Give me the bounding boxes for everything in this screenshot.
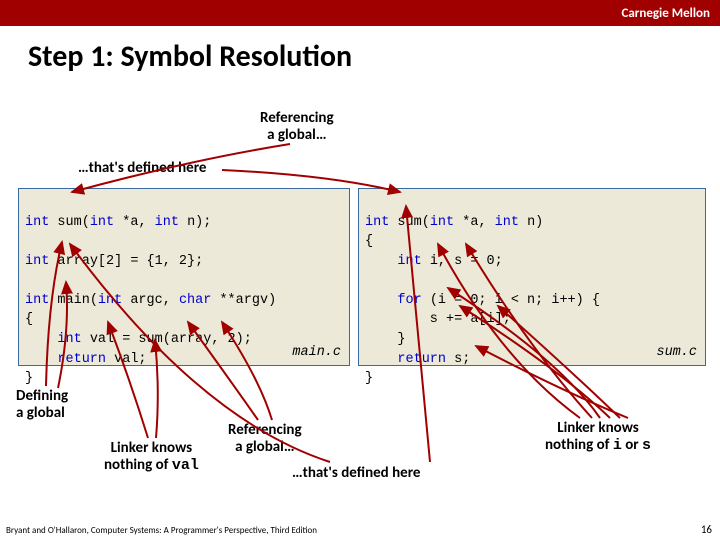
label-defining-global: Defining a global (16, 388, 68, 423)
footer-credit: Bryant and O'Hallaron, Computer Systems:… (6, 525, 317, 536)
filename-main: main.c (292, 343, 341, 363)
slide-title: Step 1: Symbol Resolution (28, 38, 352, 75)
filename-sum: sum.c (656, 343, 697, 363)
brand-text: Carnegie Mellon (621, 6, 710, 21)
label-linker-is: Linker knows nothing of i or s (545, 420, 651, 455)
label-defined-here-mid: …that's defined here (292, 465, 420, 482)
code-sum: int sum(int *a, int n) { int i, s = 0; f… (358, 188, 706, 366)
label-ref-global-mid: Referencing a global… (228, 422, 302, 457)
page-number: 16 (701, 523, 712, 536)
label-defined-here-top: …that's defined here (78, 160, 206, 177)
label-ref-global-top: Referencing a global… (260, 110, 334, 145)
label-linker-val: Linker knows nothing of val (104, 440, 199, 475)
header-bar: Carnegie Mellon (0, 0, 720, 26)
code-main: int sum(int *a, int n); int array[2] = {… (18, 188, 350, 366)
